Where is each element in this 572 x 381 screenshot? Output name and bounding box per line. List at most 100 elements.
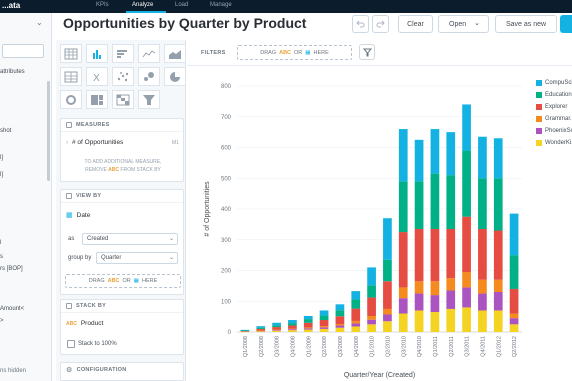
bar-segment <box>351 323 361 327</box>
measure-item[interactable]: › # of Opportunities <box>66 139 123 146</box>
bubble-chart-icon <box>144 71 154 81</box>
measures-header: MEASURES <box>61 119 183 132</box>
legend-item[interactable]: Explorer <box>536 104 567 110</box>
bar-segment <box>398 313 408 332</box>
bar-segment <box>335 316 345 325</box>
bar-segment <box>462 150 471 217</box>
view-by-dropzone[interactable]: DRAG ABC OR ▦ HERE <box>65 274 181 288</box>
x-tick-label: Q2/2008 <box>259 336 265 357</box>
legend-item[interactable]: CompuSci... <box>536 80 572 86</box>
bubble-icon <box>117 71 129 81</box>
treemap-viz-button[interactable] <box>86 90 108 109</box>
legend-item[interactable]: WonderKi... <box>536 140 572 146</box>
bar-segment <box>430 129 440 174</box>
x-tick-label: Q1/2011 <box>433 336 439 357</box>
tab-analyze[interactable]: Analyze <box>132 2 153 8</box>
x-tick-label: Q2/2010 <box>385 336 391 357</box>
catalog-scrollbar[interactable] <box>47 81 50 181</box>
bar-segment <box>303 329 313 332</box>
clear-button[interactable]: Clear <box>398 15 433 33</box>
x-tick-label: Q4/2010 <box>417 336 423 357</box>
x-tick-label: Q3/2011 <box>465 336 471 357</box>
bar-segment <box>367 324 376 332</box>
stack-by-item[interactable]: ABC Product <box>66 320 103 327</box>
tab-manage[interactable]: Manage <box>210 2 232 8</box>
catalog-item[interactable]: Amount< <box>0 306 24 312</box>
configuration-section[interactable]: ⚙ CONFIGURATION <box>60 362 184 381</box>
top-navigation-bar: ...ata KPIs Analyze Load Manage <box>0 0 572 13</box>
donut-icon <box>66 94 76 105</box>
catalog-item[interactable]: attributes <box>0 69 25 75</box>
chevron-down-icon[interactable]: ⌄ <box>36 18 43 27</box>
bar-segment <box>303 316 313 320</box>
bar-segment <box>462 287 471 308</box>
bar-segment <box>319 328 329 332</box>
undo-button[interactable] <box>352 15 369 33</box>
legend-item[interactable]: Grammar... <box>536 116 572 122</box>
bar-segment <box>256 327 266 329</box>
catalog-item[interactable]: > <box>0 318 4 324</box>
catalog-item[interactable]: s <box>0 254 3 260</box>
y-tick-label: 800 <box>221 84 232 90</box>
area-chart-viz-button[interactable] <box>164 44 186 63</box>
headline-viz-button[interactable] <box>60 67 82 86</box>
bar-segment <box>351 291 361 300</box>
filters-dropzone[interactable]: DRAG ABC OR ▦ HERE <box>237 45 352 60</box>
bar-segment <box>398 298 408 314</box>
stack-to-100-checkbox[interactable] <box>67 340 75 348</box>
catalog-item[interactable]: rs [BOP] <box>0 266 23 272</box>
catalog-item[interactable]: l] <box>0 172 3 178</box>
hidden-items-link[interactable]: ns hidden <box>0 368 26 374</box>
heatmap-icon <box>116 94 130 105</box>
redo-button[interactable] <box>372 15 389 33</box>
funnel-viz-button[interactable] <box>138 90 160 109</box>
granularity-select[interactable]: Quarter ⌄ <box>96 252 178 264</box>
chevron-down-icon: ⌄ <box>168 255 174 261</box>
chevron-right-icon: › <box>66 139 68 146</box>
bar-segment <box>351 308 361 321</box>
bar-segment <box>272 330 281 331</box>
catalog-item[interactable]: l <box>0 240 1 246</box>
bar-chart-viz-button[interactable] <box>112 44 134 63</box>
table-viz-button[interactable] <box>60 44 82 63</box>
chevron-down-icon: ⌄ <box>474 20 480 27</box>
bar-segment <box>335 324 345 326</box>
pie-chart-viz-button[interactable] <box>164 67 186 86</box>
open-button[interactable]: Open ⌄ <box>438 15 489 33</box>
bar-segment <box>319 310 329 316</box>
date-dimension-select[interactable]: Created ⌄ <box>82 233 178 245</box>
column-chart-viz-button[interactable] <box>86 44 108 63</box>
view-by-item[interactable]: ▦ Date <box>66 211 90 220</box>
y-axis-title: # of Opportunities <box>204 181 211 237</box>
catalog-search-input[interactable] <box>2 44 44 58</box>
donut-viz-button[interactable] <box>60 90 82 109</box>
active-tab-indicator <box>126 11 166 13</box>
heatmap-viz-button[interactable] <box>112 90 134 109</box>
bar-segment <box>240 329 250 331</box>
line-chart-viz-button[interactable] <box>138 44 160 63</box>
bubble-chart-viz-button[interactable] <box>138 67 160 86</box>
bar-segment <box>351 299 361 309</box>
bubble-viz-button[interactable] <box>112 67 134 86</box>
save-button[interactable] <box>560 15 572 33</box>
y-tick-label: 500 <box>221 176 232 182</box>
catalog-item[interactable]: l] <box>0 155 3 161</box>
tab-load[interactable]: Load <box>175 2 188 8</box>
save-as-new-button[interactable]: Save as new <box>495 15 557 33</box>
measures-section: MEASURES › # of Opportunities M1 TO ADD … <box>60 118 184 182</box>
catalog-item[interactable]: shot <box>0 128 11 134</box>
scatter-viz-button[interactable]: X <box>86 67 108 86</box>
measure-value-filter-button[interactable] <box>359 44 375 60</box>
bar-segment <box>319 320 329 327</box>
bar-segment <box>367 285 376 298</box>
measures-header-label: MEASURES <box>76 122 110 128</box>
stack-by-item-label: Product <box>80 320 104 327</box>
y-tick-label: 600 <box>221 146 232 152</box>
attribute-icon: ABC <box>66 320 77 327</box>
bar-segment <box>383 259 392 282</box>
legend-item[interactable]: PhoenixSo... <box>536 128 572 134</box>
legend-item[interactable]: Education... <box>536 92 572 98</box>
bar-segment <box>478 178 487 229</box>
bar-segment <box>288 328 297 330</box>
tab-kpis[interactable]: KPIs <box>96 2 109 8</box>
